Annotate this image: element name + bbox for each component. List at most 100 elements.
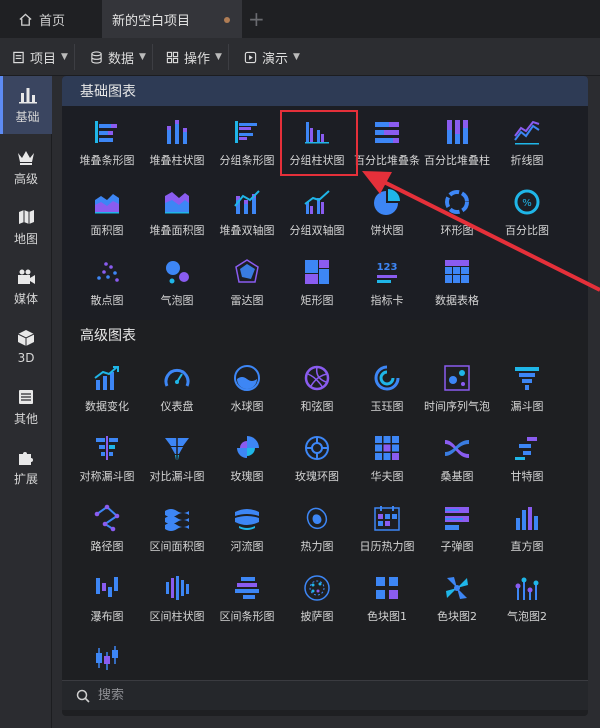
chart-item-table[interactable]: 数据表格 xyxy=(422,256,492,320)
color-block-2-icon xyxy=(446,577,468,599)
chart-item-treemap[interactable]: 矩形图 xyxy=(282,256,352,320)
stacked-dual-axis-icon xyxy=(234,190,260,214)
chart-item-label: 漏斗图 xyxy=(510,400,544,413)
chart-item-histogram[interactable]: 直方图 xyxy=(492,502,562,566)
chart-item-gauge[interactable]: 仪表盘 xyxy=(142,362,212,426)
sidebar-item-label: 媒体 xyxy=(13,291,38,306)
sidebar-item-label: 其他 xyxy=(13,411,38,426)
kpi-glyph: 123 xyxy=(377,262,398,273)
symmetric-funnel-icon xyxy=(96,436,118,460)
chart-item-kpi-card[interactable]: 123 指标卡 xyxy=(352,256,422,320)
chart-item-heatmap[interactable]: 热力图 xyxy=(282,502,352,566)
chevron-down-icon: ▼ xyxy=(61,52,68,62)
scatter-icon xyxy=(97,262,119,282)
chart-item-color-block-1[interactable]: 色块图1 xyxy=(352,572,422,636)
chart-item-range-column[interactable]: 区间柱状图 xyxy=(142,572,212,636)
chart-item-chord[interactable]: 和弦图 xyxy=(282,362,352,426)
chart-item-funnel[interactable]: 漏斗图 xyxy=(492,362,562,426)
chart-item-path[interactable]: 路径图 xyxy=(72,502,142,566)
sidebar-item-map[interactable]: 地图 xyxy=(0,198,52,256)
tab-home[interactable]: 首页 xyxy=(18,0,65,38)
chart-item-streamgraph[interactable]: 河流图 xyxy=(212,502,282,566)
chevron-down-icon: ▼ xyxy=(215,52,222,62)
sidebar-item-3d[interactable]: 3D xyxy=(0,318,52,376)
sidebar-item-advanced[interactable]: 高级 xyxy=(0,138,52,196)
chart-panel: 基础图表 高级图表 堆叠条形图 堆叠柱状图 分组条形图 分组柱状图 百分比堆叠条… xyxy=(62,76,588,716)
chart-item-gantt[interactable]: 甘特图 xyxy=(492,432,562,496)
range-column-icon xyxy=(166,576,189,600)
chart-item-lollipop[interactable]: 气泡图2 xyxy=(492,572,562,636)
chart-item-area[interactable]: 面积图 xyxy=(72,186,142,250)
chart-item-grouped-column[interactable]: 分组柱状图 xyxy=(282,116,352,180)
chart-item-radial-bar[interactable]: 玉珏图 xyxy=(352,362,422,426)
sidebar-item-basic[interactable]: 基础 xyxy=(0,76,52,134)
chart-item-stacked-dual-axis[interactable]: 堆叠双轴图 xyxy=(212,186,282,250)
menu-present[interactable]: 演示 ▼ xyxy=(238,44,306,70)
new-tab-button[interactable]: + xyxy=(248,0,265,38)
sidebar-item-label: 地图 xyxy=(13,231,38,246)
kpi-card-icon: 123 xyxy=(377,262,398,283)
map-icon xyxy=(19,209,34,224)
chart-item-timeline-bubble[interactable]: 时间序列气泡 xyxy=(422,362,492,426)
search-input[interactable] xyxy=(98,688,538,703)
chart-item-radar[interactable]: 雷达图 xyxy=(212,256,282,320)
chart-item-percent-stacked-column[interactable]: 百分比堆叠柱 xyxy=(422,116,492,180)
streamgraph-icon xyxy=(235,509,259,530)
chart-item-grouped-dual-axis[interactable]: 分组双轴图 xyxy=(282,186,352,250)
rose-ring-icon xyxy=(305,436,329,460)
chart-item-waffle[interactable]: 华夫图 xyxy=(352,432,422,496)
chart-item-label: 折线图 xyxy=(510,154,544,167)
chart-item-stacked-bar[interactable]: 堆叠条形图 xyxy=(72,116,142,180)
grouped-column-icon xyxy=(305,122,329,144)
chart-item-sankey[interactable]: 桑基图 xyxy=(422,432,492,496)
chart-item-data-change[interactable]: 数据变化 xyxy=(72,362,142,426)
chart-item-calendar-heatmap[interactable]: 日历热力图 xyxy=(352,502,422,566)
tab-project[interactable]: 新的空白项目 xyxy=(102,0,242,38)
sidebar-item-label: 高级 xyxy=(13,171,38,186)
svg-text:%: % xyxy=(522,198,532,209)
calendar-heatmap-icon xyxy=(374,506,400,531)
chart-item-compare-funnel[interactable]: 对比漏斗图 xyxy=(142,432,212,496)
chart-item-bubble[interactable]: 气泡图 xyxy=(142,256,212,320)
chart-item-rose[interactable]: 玫瑰图 xyxy=(212,432,282,496)
percent-stacked-bar-icon xyxy=(375,122,399,143)
bubble-icon xyxy=(166,261,189,284)
sidebar-item-media[interactable]: 媒体 xyxy=(0,258,52,316)
puzzle-icon xyxy=(19,451,33,465)
chart-item-range-area[interactable]: 区间面积图 xyxy=(142,502,212,566)
search-bar xyxy=(62,680,588,710)
bar-chart-icon xyxy=(18,87,37,103)
sidebar-item-other[interactable]: 其他 xyxy=(0,378,52,436)
chart-item-ring[interactable]: 环形图 xyxy=(422,186,492,250)
chart-item-bullet[interactable]: 子弹图 xyxy=(422,502,492,566)
data-change-icon xyxy=(94,366,119,390)
timeline-bubble-icon xyxy=(444,365,470,391)
chart-item-pie[interactable]: 饼状图 xyxy=(352,186,422,250)
chart-item-stacked-column[interactable]: 堆叠柱状图 xyxy=(142,116,212,180)
chart-item-color-block-2[interactable]: 色块图2 xyxy=(422,572,492,636)
radar-icon xyxy=(235,259,259,283)
menu-operate[interactable]: 操作 ▼ xyxy=(160,44,229,70)
chart-item-symmetric-funnel[interactable]: 对称漏斗图 xyxy=(72,432,142,496)
chart-item-grouped-bar[interactable]: 分组条形图 xyxy=(212,116,282,180)
sidebar-item-extend[interactable]: 扩展 xyxy=(0,438,52,496)
range-bar-icon xyxy=(235,577,259,599)
chart-item-stacked-area[interactable]: 堆叠面积图 xyxy=(142,186,212,250)
chart-item-pizza[interactable]: 披萨图 xyxy=(282,572,352,636)
chart-item-range-bar[interactable]: 区间条形图 xyxy=(212,572,282,636)
pie-chart-icon xyxy=(374,189,400,215)
chart-item-waterfall[interactable]: 瀑布图 xyxy=(72,572,142,636)
chart-item-line[interactable]: 折线图 xyxy=(492,116,562,180)
chart-item-label: 直方图 xyxy=(510,540,544,553)
menu-present-label: 演示 xyxy=(262,51,289,67)
menu-project[interactable]: 项目 ▼ xyxy=(6,44,75,70)
stacked-bar-horizontal-icon xyxy=(95,121,117,143)
chart-item-percent-stacked-bar[interactable]: 百分比堆叠条 xyxy=(352,116,422,180)
chart-item-percent[interactable]: % 百分比图 xyxy=(492,186,562,250)
tab-bar: 首页 新的空白项目 + xyxy=(0,0,600,38)
menu-data[interactable]: 数据 ▼ xyxy=(84,44,153,70)
chart-item-rose-ring[interactable]: 玫瑰环图 xyxy=(282,432,352,496)
chart-item-liquid-fill[interactable]: 水球图 xyxy=(212,362,282,426)
percent-stacked-column-icon xyxy=(447,120,468,144)
chart-item-scatter[interactable]: 散点图 xyxy=(72,256,142,320)
